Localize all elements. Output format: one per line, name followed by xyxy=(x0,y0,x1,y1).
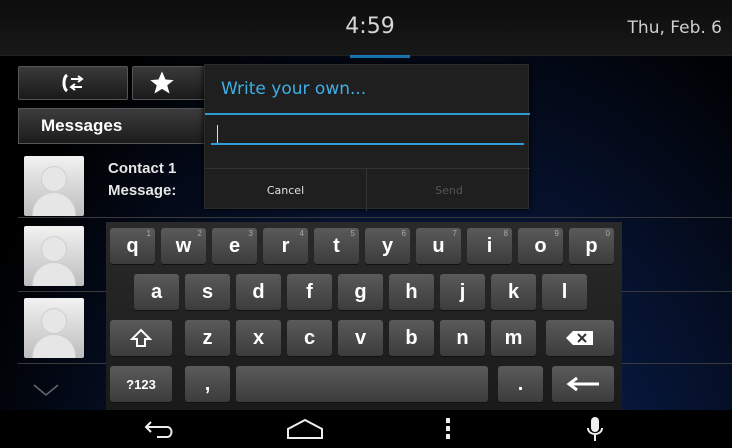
menu-dots-icon xyxy=(446,418,450,439)
back-button[interactable] xyxy=(140,416,180,442)
status-underline xyxy=(350,55,410,58)
key-l[interactable]: l xyxy=(542,274,587,310)
star-icon xyxy=(150,71,174,94)
date: Thu, Feb. 6 xyxy=(627,18,722,38)
key-q[interactable]: q1 xyxy=(110,228,155,264)
home-button[interactable] xyxy=(285,416,325,442)
contact-name: Contact 1 xyxy=(108,160,177,177)
key-n[interactable]: n xyxy=(440,320,485,356)
backspace-icon xyxy=(566,331,593,345)
contact-message: Message: xyxy=(108,182,177,199)
key-a[interactable]: a xyxy=(134,274,179,310)
key-y[interactable]: y6 xyxy=(365,228,410,264)
navigation-bar xyxy=(0,410,732,448)
key-t[interactable]: t5 xyxy=(314,228,359,264)
key-h[interactable]: h xyxy=(389,274,434,310)
shift-key[interactable] xyxy=(110,320,172,356)
key-i[interactable]: i8 xyxy=(467,228,512,264)
key-s[interactable]: s xyxy=(185,274,230,310)
menu-button[interactable] xyxy=(428,416,468,442)
favorites-tab-button[interactable] xyxy=(132,66,212,100)
key-p[interactable]: p0 xyxy=(569,228,614,264)
messages-header-label: Messages xyxy=(41,116,123,135)
voice-button[interactable] xyxy=(575,416,615,442)
backspace-key[interactable] xyxy=(546,320,614,356)
key-o[interactable]: o9 xyxy=(518,228,563,264)
avatar xyxy=(24,298,84,358)
write-your-own-dialog: Write your own... Cancel Send xyxy=(204,64,530,211)
dialog-divider xyxy=(205,113,530,115)
clock: 4:59 xyxy=(345,14,395,39)
shift-arrow-icon xyxy=(130,328,152,347)
enter-arrow-icon xyxy=(566,376,599,392)
space-key[interactable] xyxy=(236,366,488,402)
swap-calls-icon xyxy=(62,73,84,93)
message-input[interactable] xyxy=(211,123,524,145)
on-screen-keyboard: q1 w2 e3 r4 t5 y6 u7 i8 o9 p0 a s d f g … xyxy=(106,222,622,410)
key-f[interactable]: f xyxy=(287,274,332,310)
avatar xyxy=(24,156,84,216)
back-arrow-icon xyxy=(144,421,173,438)
key-v[interactable]: v xyxy=(338,320,383,356)
key-k[interactable]: k xyxy=(491,274,536,310)
microphone-icon xyxy=(587,417,603,441)
symbols-key[interactable]: ?123 xyxy=(110,366,172,402)
period-key[interactable]: . xyxy=(498,366,543,402)
key-z[interactable]: z xyxy=(185,320,230,356)
home-icon xyxy=(287,418,323,439)
text-caret xyxy=(217,125,218,143)
messages-header[interactable]: Messages xyxy=(18,108,208,144)
car-infotainment-screen: 4:59 Thu, Feb. 6 Messages Contact 1 Mess… xyxy=(0,0,732,448)
key-g[interactable]: g xyxy=(338,274,383,310)
key-e[interactable]: e3 xyxy=(212,228,257,264)
key-d[interactable]: d xyxy=(236,274,281,310)
key-u[interactable]: u7 xyxy=(416,228,461,264)
status-bar: 4:59 Thu, Feb. 6 xyxy=(0,0,732,56)
key-c[interactable]: c xyxy=(287,320,332,356)
cancel-button[interactable]: Cancel xyxy=(205,169,367,211)
comma-key[interactable]: , xyxy=(185,366,230,402)
dialog-title: Write your own... xyxy=(221,79,367,99)
chevron-down-icon[interactable] xyxy=(32,378,60,403)
send-button[interactable]: Send xyxy=(368,169,530,211)
key-r[interactable]: r4 xyxy=(263,228,308,264)
key-x[interactable]: x xyxy=(236,320,281,356)
calls-tab-button[interactable] xyxy=(18,66,128,100)
avatar xyxy=(24,226,84,286)
enter-key[interactable] xyxy=(552,366,614,402)
key-j[interactable]: j xyxy=(440,274,485,310)
dialog-button-bar: Cancel Send xyxy=(205,168,530,211)
key-m[interactable]: m xyxy=(491,320,536,356)
key-w[interactable]: w2 xyxy=(161,228,206,264)
key-b[interactable]: b xyxy=(389,320,434,356)
